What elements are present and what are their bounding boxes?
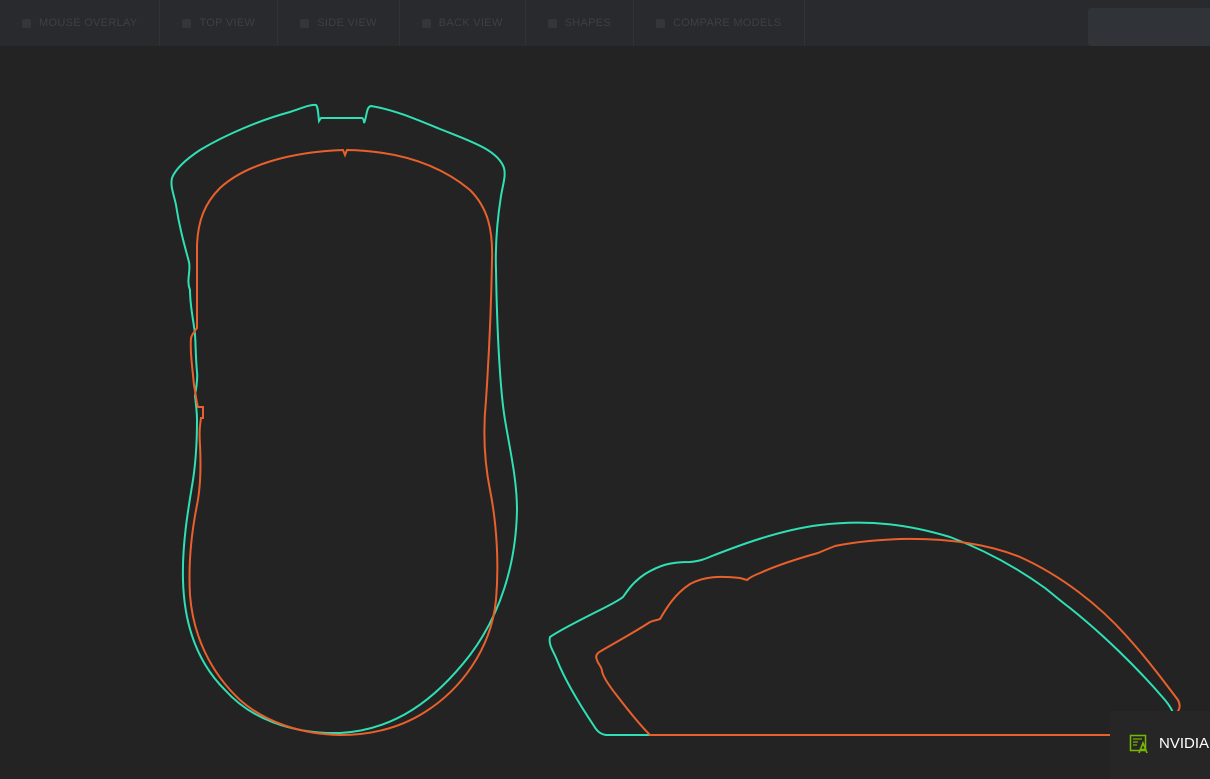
nvidia-overlay-icon xyxy=(1129,734,1148,754)
top-view-outline-b xyxy=(188,148,499,737)
top-view-outline-a xyxy=(170,103,519,735)
side-view-outline-a xyxy=(548,521,1175,736)
side-view-outline-b xyxy=(595,537,1181,736)
nvidia-overlay-label: NVIDIA xyxy=(1159,735,1210,752)
shape-canvas xyxy=(0,46,1210,779)
nvidia-overlay-badge[interactable]: NVIDIA xyxy=(1110,711,1210,779)
mouse-outline-drawing xyxy=(170,103,1181,737)
